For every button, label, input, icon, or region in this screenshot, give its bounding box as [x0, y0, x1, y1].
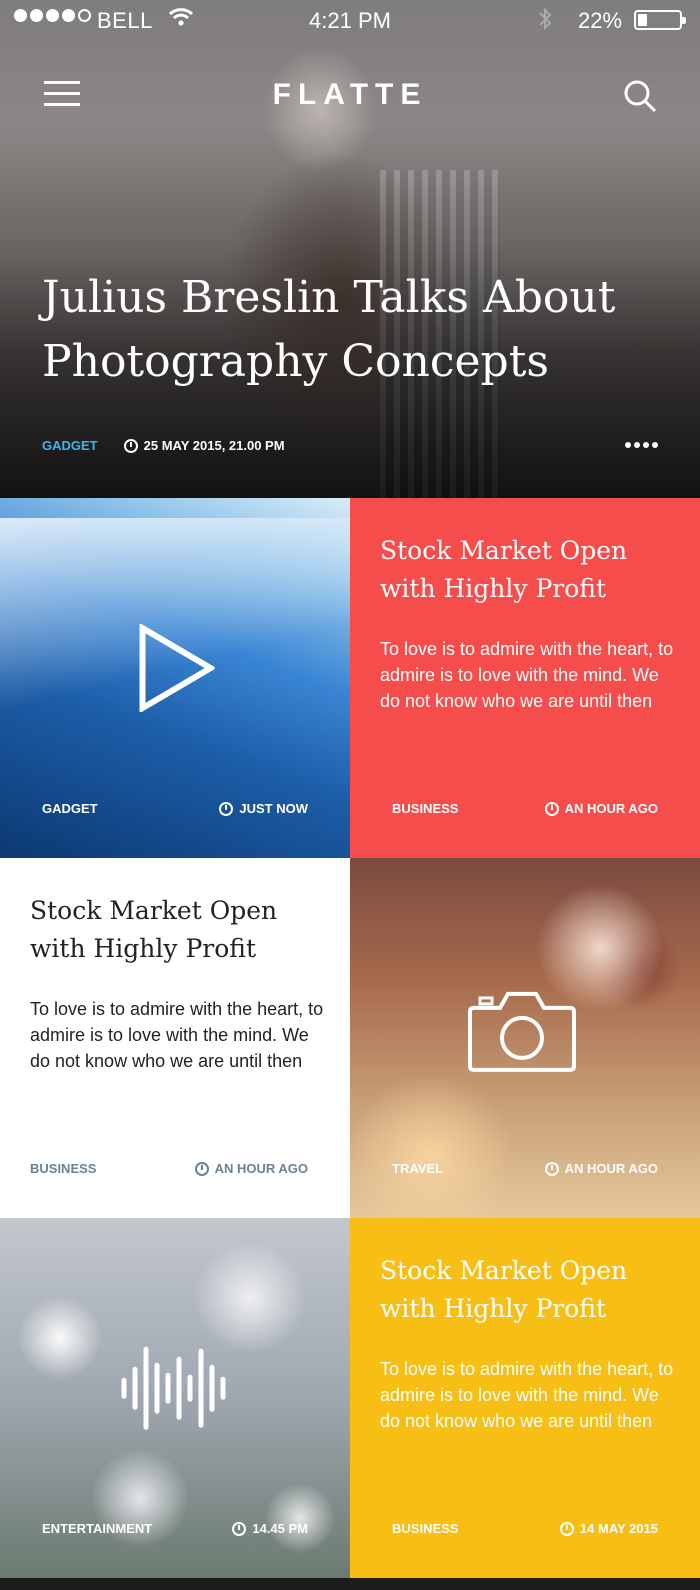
tile-category[interactable]: ENTERTAINMENT: [42, 1521, 152, 1536]
article-title[interactable]: Stock Market Open with Highly Profit: [380, 532, 680, 608]
clock-icon: [219, 801, 234, 816]
tile-time: AN HOUR AGO: [564, 1161, 658, 1176]
photo-tile[interactable]: TRAVEL AN HOUR AGO: [350, 858, 700, 1218]
clock-icon: [544, 801, 559, 816]
more-options-button[interactable]: [625, 442, 658, 448]
article-title[interactable]: Stock Market Open with Highly Profit: [30, 892, 330, 968]
camera-icon[interactable]: [466, 986, 578, 1079]
clock-icon: [123, 438, 138, 453]
video-tile[interactable]: GADGET JUST NOW: [0, 498, 350, 858]
tile-category[interactable]: BUSINESS: [30, 1161, 96, 1176]
tile-category[interactable]: GADGET: [42, 801, 98, 816]
hero-category[interactable]: GADGET: [42, 438, 98, 453]
brand-logo: FLATTE: [272, 78, 428, 111]
clock-icon: [544, 1161, 559, 1176]
tile-category[interactable]: BUSINESS: [392, 1521, 458, 1536]
bluetooth-icon: [537, 6, 553, 38]
tile-time: AN HOUR AGO: [214, 1161, 308, 1176]
article-excerpt: To love is to admire with the heart, to …: [380, 1359, 674, 1431]
search-button[interactable]: [622, 78, 658, 114]
article-tile[interactable]: Stock Market Open with Highly Profit To …: [350, 1218, 700, 1578]
article-excerpt: To love is to admire with the heart, to …: [380, 639, 674, 711]
clock-icon: [232, 1521, 247, 1536]
tile-time: 14 MAY 2015: [579, 1521, 658, 1536]
top-navigation: FLATTE: [0, 70, 700, 120]
hero-title[interactable]: Julius Breslin Talks About Photography C…: [42, 266, 672, 394]
hero-meta: GADGET 25 MAY 2015, 21.00 PM: [42, 438, 285, 453]
play-icon[interactable]: [139, 622, 217, 717]
status-bar: BELL 4:21 PM 22%: [0, 0, 700, 42]
tile-time: 14.45 PM: [252, 1521, 308, 1536]
search-icon: [624, 80, 657, 113]
hero-date: 25 MAY 2015, 21.00 PM: [143, 438, 285, 453]
tile-time: AN HOUR AGO: [564, 801, 658, 816]
tile-time: JUST NOW: [239, 801, 308, 816]
tile-category[interactable]: TRAVEL: [392, 1161, 443, 1176]
battery-icon: [634, 10, 686, 30]
audio-wave-icon[interactable]: [119, 1345, 231, 1436]
tile-category[interactable]: BUSINESS: [392, 801, 458, 816]
article-tile[interactable]: Stock Market Open with Highly Profit To …: [0, 858, 350, 1218]
article-tile[interactable]: Stock Market Open with Highly Profit To …: [350, 498, 700, 858]
audio-tile[interactable]: ENTERTAINMENT 14.45 PM: [0, 1218, 350, 1578]
clock-icon: [559, 1521, 574, 1536]
article-excerpt: To love is to admire with the heart, to …: [30, 999, 324, 1071]
article-title[interactable]: Stock Market Open with Highly Profit: [380, 1252, 680, 1328]
clock-icon: [194, 1161, 209, 1176]
battery-percentage: 22%: [578, 8, 623, 33]
